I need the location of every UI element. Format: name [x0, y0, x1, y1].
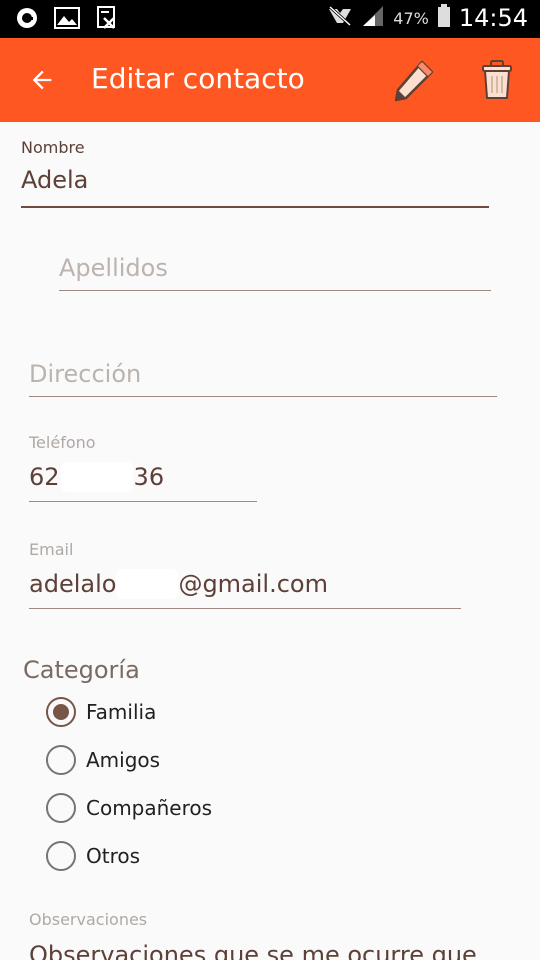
- nombre-value: Adela: [21, 166, 89, 194]
- telefono-value-end: 36: [133, 463, 165, 491]
- radio-button-checked[interactable]: [46, 697, 76, 727]
- telefono-field[interactable]: Teléfono 62 36: [29, 433, 257, 505]
- radio-button[interactable]: [46, 841, 76, 871]
- radio-button[interactable]: [46, 745, 76, 775]
- email-value-start: adelalo: [29, 570, 117, 598]
- status-bar: 47% 14:54: [0, 0, 540, 38]
- nombre-field[interactable]: Nombre Adela: [21, 138, 489, 212]
- radio-companeros[interactable]: Compañeros: [46, 793, 212, 823]
- direccion-placeholder: Dirección: [29, 360, 142, 388]
- observaciones-label: Observaciones: [29, 910, 148, 929]
- radio-label: Compañeros: [86, 796, 213, 820]
- radio-label: Otros: [86, 844, 141, 868]
- notification-icons: [14, 6, 120, 30]
- telefono-value-start: 62: [29, 463, 60, 491]
- trash-icon: [482, 60, 512, 99]
- telefono-underline: [29, 501, 257, 502]
- pencil-icon: [394, 60, 434, 102]
- delete-button[interactable]: [480, 58, 518, 104]
- email-field[interactable]: Email adelalo @gmail.com: [29, 540, 461, 612]
- app-notification-icon: [14, 6, 40, 30]
- radio-dot: [53, 704, 69, 720]
- back-button[interactable]: [22, 60, 62, 100]
- observaciones-field[interactable]: Observaciones Observaciones que se me oc…: [29, 910, 509, 960]
- radio-label: Familia: [86, 700, 157, 724]
- nombre-underline: [21, 206, 489, 208]
- nombre-label: Nombre: [21, 138, 85, 157]
- edit-button[interactable]: [390, 58, 438, 104]
- email-value-end: @gmail.com: [178, 570, 328, 598]
- app-bar: Editar contacto: [0, 38, 540, 122]
- battery-percent: 47%: [393, 8, 429, 28]
- radio-label: Amigos: [86, 748, 161, 772]
- image-notification-icon: [54, 6, 80, 30]
- apellidos-underline: [59, 290, 491, 291]
- direccion-underline: [29, 396, 497, 397]
- apellidos-field[interactable]: Apellidos: [59, 254, 491, 294]
- no-signal-icon: [327, 5, 353, 31]
- system-status: 47% 14:54: [327, 4, 528, 32]
- redacted-email-part: [116, 569, 179, 599]
- document-notification-icon: [94, 6, 120, 30]
- direccion-field[interactable]: Dirección: [29, 360, 497, 400]
- clock: 14:54: [458, 4, 528, 32]
- cellular-signal-icon: [361, 5, 385, 31]
- email-underline: [29, 608, 461, 609]
- page-title: Editar contacto: [91, 62, 305, 95]
- redacted-phone-digits: [60, 462, 133, 492]
- back-arrow-icon: [32, 70, 52, 90]
- categoria-title: Categoría: [23, 656, 140, 684]
- email-label: Email: [29, 540, 74, 559]
- observaciones-value: Observaciones que se me ocurre que: [29, 941, 477, 960]
- telefono-label: Teléfono: [29, 433, 96, 452]
- radio-amigos[interactable]: Amigos: [46, 745, 160, 775]
- apellidos-placeholder: Apellidos: [59, 254, 168, 282]
- battery-icon: [437, 4, 451, 32]
- radio-button[interactable]: [46, 793, 76, 823]
- radio-otros[interactable]: Otros: [46, 841, 140, 871]
- radio-familia[interactable]: Familia: [46, 697, 156, 727]
